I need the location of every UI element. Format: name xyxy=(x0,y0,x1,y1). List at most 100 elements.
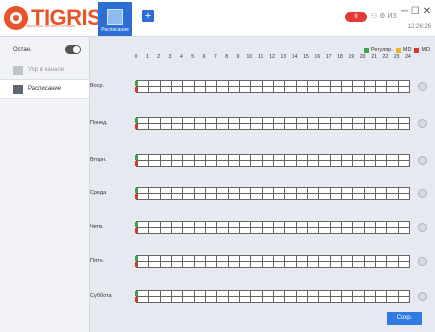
row-divider xyxy=(137,160,409,161)
alarm-marker[interactable] xyxy=(135,262,138,267)
hour-label: 12 xyxy=(269,54,275,60)
hour-label: 24 xyxy=(405,54,411,60)
alarm-marker[interactable] xyxy=(135,228,138,233)
hour-label: 18 xyxy=(337,54,343,60)
alarm-marker[interactable] xyxy=(135,161,138,166)
user-label: ИЗ xyxy=(387,13,397,20)
hour-label: 1 xyxy=(145,54,149,60)
hour-label: 13 xyxy=(280,54,287,60)
user-indicator[interactable]: ⚇ ⚙ ИЗ xyxy=(371,12,397,20)
logo-sub: INDUSTRIAL SECURITY SYSTEMS xyxy=(26,24,75,28)
sidebar-item-label: Расписание xyxy=(28,86,62,92)
sidebar: Остан. Упр в канале Расписание xyxy=(0,37,90,332)
settings-icon: ⚙ xyxy=(379,13,386,20)
day-label: Понед. xyxy=(90,120,108,126)
logo-mark-icon xyxy=(4,6,28,30)
sidebar-item-schedule[interactable]: Расписание xyxy=(0,79,89,99)
legend-swatch-regular xyxy=(363,47,369,53)
day-label: Пятн. xyxy=(90,258,105,264)
schedule-tab-icon xyxy=(107,9,123,25)
stop-row: Остан. xyxy=(0,41,89,59)
day-schedule-grid[interactable] xyxy=(136,80,410,93)
hour-label: 7 xyxy=(213,54,217,60)
alarm-count: 9 xyxy=(354,14,358,20)
regular-marker[interactable] xyxy=(135,155,138,160)
row-divider xyxy=(137,296,409,297)
top-bar: TIGRIS INDUSTRIAL SECURITY SYSTEMS Распи… xyxy=(0,0,435,37)
regular-marker[interactable] xyxy=(135,81,138,86)
day-schedule-grid[interactable] xyxy=(136,255,410,268)
stop-label: Остан. xyxy=(13,47,32,53)
legend-label-md: MD xyxy=(402,47,412,53)
day-schedule-grid[interactable] xyxy=(136,221,410,234)
alarm-marker[interactable] xyxy=(135,194,138,199)
hour-label: 16 xyxy=(314,54,321,60)
hour-label: 8 xyxy=(225,54,229,60)
stop-toggle[interactable] xyxy=(65,45,81,54)
hour-label: 6 xyxy=(202,54,206,60)
hour-label: 20 xyxy=(359,54,366,60)
alarm-marker[interactable] xyxy=(135,124,138,129)
copy-settings-icon[interactable] xyxy=(418,189,427,198)
hour-label: 23 xyxy=(393,54,400,60)
day-schedule-grid[interactable] xyxy=(136,154,410,167)
day-label: Вторн. xyxy=(90,157,107,163)
user-icon: ⚇ xyxy=(371,13,378,20)
regular-marker[interactable] xyxy=(135,118,138,123)
day-schedule-grid[interactable] xyxy=(136,117,410,130)
alarm-marker[interactable] xyxy=(135,297,138,302)
row-divider xyxy=(137,86,409,87)
window-controls[interactable]: ─ ☐ ✕ xyxy=(401,6,431,17)
hour-label: 2 xyxy=(157,54,161,60)
copy-settings-icon[interactable] xyxy=(418,82,427,91)
hour-label: 10 xyxy=(246,54,253,60)
copy-settings-icon[interactable] xyxy=(418,223,427,232)
row-divider xyxy=(137,261,409,262)
hour-label: 5 xyxy=(191,54,195,60)
tab-schedule-label: Расписание xyxy=(101,27,129,33)
copy-settings-icon[interactable] xyxy=(418,257,427,266)
hour-label: 4 xyxy=(179,54,183,60)
hour-label: 14 xyxy=(291,54,298,60)
row-divider xyxy=(137,193,409,194)
hour-label: 17 xyxy=(325,54,332,60)
row-divider xyxy=(137,123,409,124)
legend-label-md-alarm: MD xyxy=(421,47,430,53)
day-label: Суббота xyxy=(90,293,112,299)
camera-icon xyxy=(13,65,23,75)
hour-label: 15 xyxy=(303,54,309,60)
copy-settings-icon[interactable] xyxy=(418,156,427,165)
day-label: Среда xyxy=(90,190,107,196)
hour-label: 21 xyxy=(371,54,377,60)
regular-marker[interactable] xyxy=(135,188,138,193)
row-divider xyxy=(137,227,409,228)
hour-label: 0 xyxy=(134,54,138,60)
hour-label: 19 xyxy=(348,54,355,60)
legend: Регуляр. MD MD xyxy=(361,47,430,53)
regular-marker[interactable] xyxy=(135,256,138,261)
sidebar-item-channel-control[interactable]: Упр в канале xyxy=(0,61,89,79)
alarm-badge[interactable]: 9 xyxy=(345,12,367,22)
add-tab-button[interactable]: + xyxy=(142,10,154,22)
regular-marker[interactable] xyxy=(135,222,138,227)
save-button[interactable]: Сохр. xyxy=(387,312,422,325)
copy-settings-icon[interactable] xyxy=(418,119,427,128)
hour-label: 22 xyxy=(382,54,389,60)
alarm-marker[interactable] xyxy=(135,87,138,92)
legend-swatch-md xyxy=(395,47,401,53)
regular-marker[interactable] xyxy=(135,291,138,296)
hour-label: 3 xyxy=(168,54,172,60)
calendar-icon xyxy=(13,84,23,94)
tab-schedule[interactable]: Расписание xyxy=(98,2,132,36)
copy-settings-icon[interactable] xyxy=(418,292,427,301)
legend-swatch-md-alarm xyxy=(414,47,420,53)
hour-label: 9 xyxy=(236,54,240,60)
legend-label-regular: Регуляр. xyxy=(370,47,393,53)
clock: 12:26:26 xyxy=(407,24,431,30)
day-label: Четв. xyxy=(90,224,104,230)
day-label: Воср. xyxy=(90,83,105,89)
sidebar-item-label: Упр в канале xyxy=(28,67,65,73)
day-schedule-grid[interactable] xyxy=(136,187,410,200)
hour-label: 11 xyxy=(258,54,264,60)
day-schedule-grid[interactable] xyxy=(136,290,410,303)
